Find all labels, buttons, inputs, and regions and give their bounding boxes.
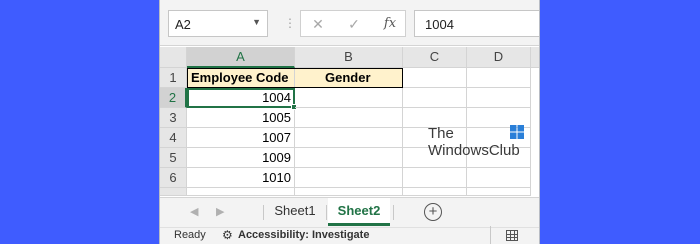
row-header-6[interactable]: 6 bbox=[160, 168, 187, 188]
accessibility-icon[interactable]: ⚙ bbox=[222, 228, 233, 242]
select-all-corner[interactable] bbox=[160, 47, 187, 68]
tab-sheet1[interactable]: Sheet1 bbox=[266, 198, 324, 226]
tab-sheet2[interactable]: Sheet2 bbox=[328, 198, 390, 226]
column-header-b[interactable]: B bbox=[295, 47, 403, 68]
normal-view-icon[interactable] bbox=[506, 230, 518, 241]
row-header-3[interactable]: 3 bbox=[160, 108, 187, 128]
scroll-left-icon[interactable]: ◀ bbox=[190, 205, 198, 218]
tab-divider bbox=[326, 205, 327, 220]
name-box-value: A2 bbox=[175, 17, 191, 32]
cell-d2[interactable] bbox=[467, 88, 531, 108]
status-bar: Ready ⚙ Accessibility: Investigate bbox=[160, 226, 539, 244]
row-header-2[interactable]: 2 bbox=[160, 88, 187, 108]
cell-d7[interactable] bbox=[467, 188, 531, 196]
tab-divider bbox=[263, 205, 264, 220]
formula-input[interactable]: 1004 bbox=[414, 10, 539, 37]
header-border bbox=[187, 68, 403, 88]
sheet-tab-bar: ◀ ▶ Sheet1 Sheet2 + bbox=[160, 197, 539, 227]
windows-logo-icon bbox=[510, 125, 524, 139]
row-header-1[interactable]: 1 bbox=[160, 68, 187, 88]
cell-b4[interactable] bbox=[295, 128, 403, 148]
row-header-5[interactable]: 5 bbox=[160, 148, 187, 168]
cell-a3[interactable]: 1005 bbox=[187, 108, 295, 128]
cell-b6[interactable] bbox=[295, 168, 403, 188]
column-header-a[interactable]: A bbox=[187, 47, 295, 68]
add-sheet-icon[interactable]: + bbox=[424, 203, 442, 221]
cell-a2[interactable]: 1004 bbox=[187, 88, 295, 108]
cell-c6[interactable] bbox=[403, 168, 467, 188]
accessibility-status[interactable]: Accessibility: Investigate bbox=[238, 229, 369, 241]
cell-a4[interactable]: 1007 bbox=[187, 128, 295, 148]
cell-a7[interactable] bbox=[187, 188, 295, 196]
row-header-4[interactable]: 4 bbox=[160, 128, 187, 148]
name-box[interactable]: A2 ▼ bbox=[168, 10, 268, 37]
insert-function-icon[interactable]: fx bbox=[379, 14, 401, 34]
watermark-line2: WindowsClub bbox=[428, 142, 520, 159]
grip-dots-icon: ⋮ bbox=[284, 16, 296, 30]
column-header-c[interactable]: C bbox=[403, 47, 467, 68]
row-header-7[interactable] bbox=[160, 188, 187, 196]
status-divider bbox=[490, 226, 491, 244]
cell-a6[interactable]: 1010 bbox=[187, 168, 295, 188]
enter-icon[interactable]: ✓ bbox=[343, 14, 365, 34]
cancel-icon[interactable]: ✕ bbox=[307, 14, 329, 34]
cell-b3[interactable] bbox=[295, 108, 403, 128]
scroll-right-icon[interactable]: ▶ bbox=[216, 205, 224, 218]
cell-b7[interactable] bbox=[295, 188, 403, 196]
cell-c1[interactable] bbox=[403, 68, 467, 88]
excel-window: A2 ▼ ⋮ ✕ ✓ fx 1004 A B C D 1 2 3 4 5 6 E… bbox=[159, 0, 540, 244]
watermark-line1: The bbox=[428, 125, 454, 142]
cell-a5[interactable]: 1009 bbox=[187, 148, 295, 168]
column-header-e[interactable] bbox=[531, 47, 539, 68]
tab-divider bbox=[393, 205, 394, 220]
cell-d1[interactable] bbox=[467, 68, 531, 88]
cell-c2[interactable] bbox=[403, 88, 467, 108]
cell-b2[interactable] bbox=[295, 88, 403, 108]
chevron-down-icon[interactable]: ▼ bbox=[252, 17, 261, 27]
formula-bar: A2 ▼ ⋮ ✕ ✓ fx 1004 bbox=[160, 0, 539, 46]
cell-d6[interactable] bbox=[467, 168, 531, 188]
cell-b5[interactable] bbox=[295, 148, 403, 168]
column-header-d[interactable]: D bbox=[467, 47, 531, 68]
formula-value: 1004 bbox=[425, 17, 454, 32]
watermark-text: The WindowsClub bbox=[428, 125, 520, 159]
status-ready: Ready bbox=[174, 229, 206, 241]
cell-c7[interactable] bbox=[403, 188, 467, 196]
formula-buttons: ✕ ✓ fx bbox=[300, 10, 406, 37]
